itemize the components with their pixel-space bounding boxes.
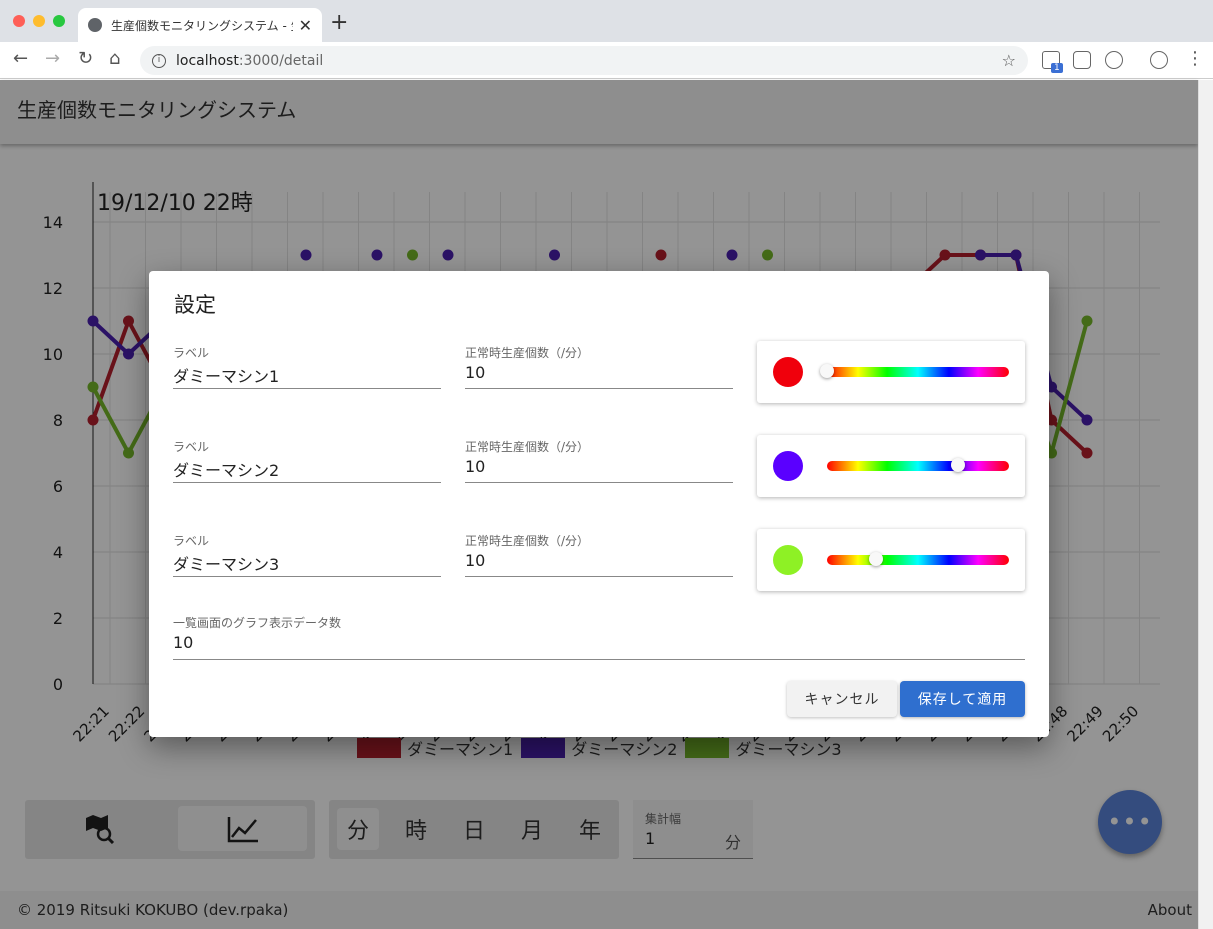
close-tab-icon[interactable]: ✕ — [299, 16, 312, 35]
zoom-window-button[interactable] — [53, 15, 65, 27]
home-icon[interactable]: ⌂ — [109, 48, 120, 69]
label-field-1[interactable]: ラベル ダミーマシン1 — [173, 344, 441, 389]
password-extension-icon[interactable] — [1105, 51, 1123, 69]
new-tab-button[interactable]: + — [330, 10, 348, 35]
hue-slider[interactable] — [827, 367, 1009, 377]
rate-field-1[interactable]: 正常時生産個数（/分） 10 — [465, 344, 733, 389]
label-caption: ラベル — [173, 440, 210, 454]
browser-tab[interactable]: 生産個数モニタリングシステム - 生 ✕ — [78, 8, 322, 42]
page-scrollbar[interactable] — [1198, 80, 1213, 929]
cancel-button[interactable]: キャンセル — [787, 681, 897, 717]
color-picker-1[interactable] — [757, 341, 1025, 403]
rate-value[interactable]: 10 — [465, 363, 485, 382]
graph-count-value[interactable]: 10 — [173, 633, 193, 652]
browser-toolbar: ← → ↻ ⌂ i localhost:3000/detail ☆ 1 ⋮ — [0, 42, 1213, 79]
label-value[interactable]: ダミーマシン1 — [173, 363, 279, 387]
label-field-3[interactable]: ラベル ダミーマシン3 — [173, 532, 441, 577]
tab-title: 生産個数モニタリングシステム - 生 — [111, 18, 293, 33]
clock-extension-icon[interactable] — [1150, 51, 1168, 69]
label-field-2[interactable]: ラベル ダミーマシン2 — [173, 438, 441, 483]
info-icon[interactable]: i — [152, 53, 166, 68]
rate-value[interactable]: 10 — [465, 457, 485, 476]
hue-slider-handle[interactable] — [820, 364, 834, 378]
color-picker-2[interactable] — [757, 435, 1025, 497]
dialog-title: 設定 — [174, 293, 216, 317]
rate-caption: 正常時生産個数（/分） — [465, 440, 590, 454]
label-caption: ラベル — [173, 346, 210, 360]
address-bar[interactable]: i localhost:3000/detail ☆ — [140, 46, 1028, 75]
bookmark-star-icon[interactable]: ☆ — [1002, 51, 1016, 70]
label-value[interactable]: ダミーマシン2 — [173, 457, 279, 481]
menu-icon[interactable]: ⋮ — [1186, 48, 1204, 69]
hue-slider-handle[interactable] — [869, 552, 883, 566]
settings-dialog: 設定 ラベル ダミーマシン1 正常時生産個数（/分） 10 ラベル ダミーマシン… — [149, 271, 1049, 737]
label-value[interactable]: ダミーマシン3 — [173, 551, 279, 575]
extension-badge: 1 — [1051, 63, 1063, 73]
back-icon[interactable]: ← — [13, 48, 28, 69]
rate-field-2[interactable]: 正常時生産個数（/分） 10 — [465, 438, 733, 483]
color-swatch — [773, 357, 803, 387]
browser-tab-bar: 生産個数モニタリングシステム - 生 ✕ + — [0, 0, 1213, 42]
hue-slider[interactable] — [827, 555, 1009, 565]
rate-value[interactable]: 10 — [465, 551, 485, 570]
rate-field-3[interactable]: 正常時生産個数（/分） 10 — [465, 532, 733, 577]
label-caption: ラベル — [173, 534, 210, 548]
hue-slider[interactable] — [827, 461, 1009, 471]
url-host: localhost — [176, 52, 239, 69]
url-path: :3000/detail — [238, 52, 324, 69]
rate-caption: 正常時生産個数（/分） — [465, 346, 590, 360]
graph-count-caption: 一覧画面のグラフ表示データ数 — [173, 616, 342, 630]
graph-count-field[interactable]: 一覧画面のグラフ表示データ数 10 — [173, 614, 1025, 660]
close-window-button[interactable] — [13, 15, 25, 27]
reload-icon[interactable]: ↻ — [78, 48, 93, 69]
color-swatch — [773, 451, 803, 481]
color-picker-3[interactable] — [757, 529, 1025, 591]
color-swatch — [773, 545, 803, 575]
pocket-extension-icon[interactable] — [1073, 51, 1091, 69]
save-apply-button[interactable]: 保存して適用 — [900, 681, 1025, 717]
minimize-window-button[interactable] — [33, 15, 45, 27]
hue-slider-handle[interactable] — [951, 458, 965, 472]
globe-icon — [88, 18, 102, 32]
forward-icon[interactable]: → — [45, 48, 60, 69]
rate-caption: 正常時生産個数（/分） — [465, 534, 590, 548]
